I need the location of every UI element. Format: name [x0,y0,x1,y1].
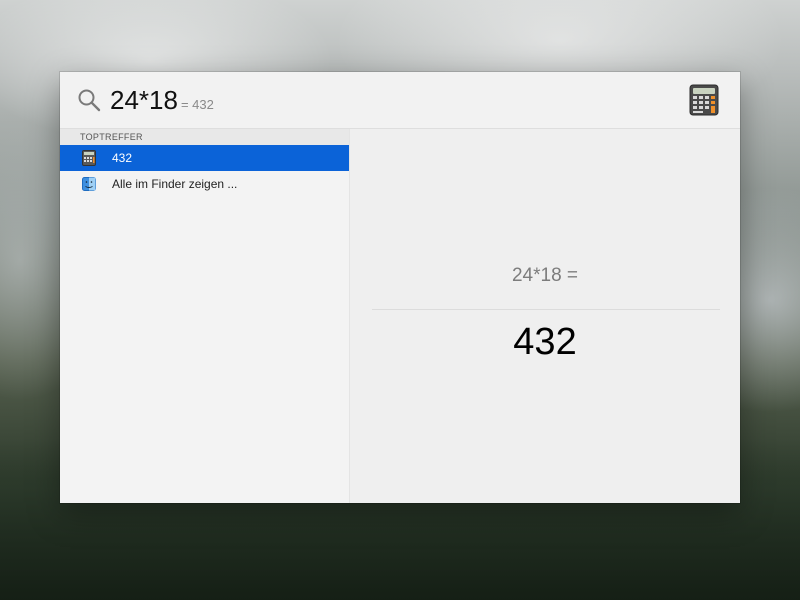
section-header-top-hits: TOPTREFFER [60,129,349,145]
calculator-app-icon [689,84,719,116]
preview-result: 432 [513,321,577,363]
inline-result-hint: = 432 [180,97,214,112]
calculator-icon [82,150,96,166]
search-icon [78,89,101,112]
spotlight-window: 24*18 = 432 TOPTREFFER 432 Alle im Finde… [60,72,740,503]
search-query-text: 24*18 [110,85,178,115]
search-input[interactable]: 24*18 = 432 [110,84,214,121]
results-list: TOPTREFFER 432 Alle im Finder zeigen ... [60,129,350,503]
preview-panel: 24*18 = 432 [350,129,740,503]
preview-expression: 24*18 = [511,265,579,286]
preview-divider [372,309,720,310]
result-item-label: Alle im Finder zeigen ... [112,177,238,191]
finder-icon [82,177,96,191]
spotlight-search-bar[interactable]: 24*18 = 432 [60,72,740,129]
result-item-label: 432 [112,151,133,165]
result-item-calculator[interactable]: 432 [60,145,349,171]
result-item-show-in-finder[interactable]: Alle im Finder zeigen ... [60,171,349,197]
